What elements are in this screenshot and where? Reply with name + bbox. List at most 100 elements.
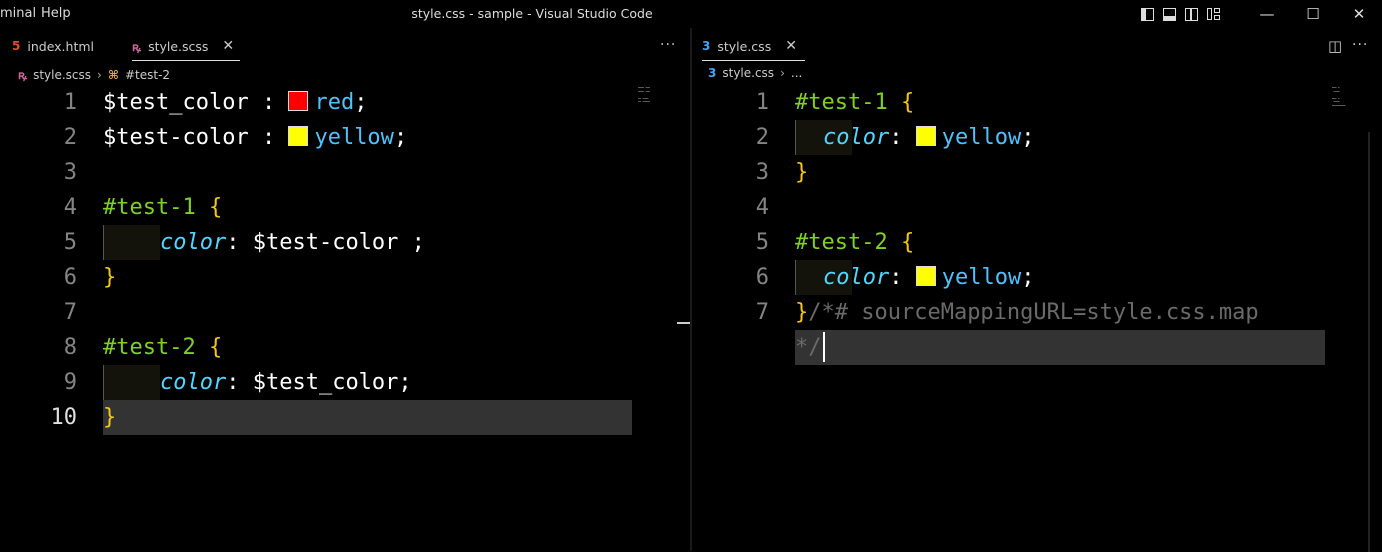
minimap-left[interactable]: ▬▬▬▬ ▬▬▬ ▬▬▬▬ ▬▬▬ ▬▬ ▬▬▬▬ ▬▬ ▬▬▬▬▬ — [638, 86, 668, 107]
code-token-cmt: */ — [795, 335, 822, 360]
more-actions-icon[interactable]: ··· — [660, 37, 676, 53]
line-number: 5 — [755, 230, 769, 255]
code-token-prop: color — [823, 265, 890, 290]
code-token-sel: #test-1 — [103, 195, 196, 220]
toggle-panel-icon[interactable] — [1163, 7, 1176, 21]
code-line[interactable]: */ — [795, 330, 822, 365]
color-swatch[interactable] — [915, 266, 936, 286]
current-line-highlight — [795, 330, 1325, 365]
code-line[interactable]: $test-color : yellow; — [103, 120, 407, 155]
code-token-pun: : $test-color ; — [226, 230, 425, 255]
line-number: 1 — [63, 90, 77, 115]
more-actions-icon[interactable]: ··· — [1352, 37, 1368, 53]
line-number: 10 — [50, 405, 78, 430]
close-window-button[interactable]: ✕ — [1336, 0, 1382, 28]
breadcrumb-symbol[interactable]: ... — [791, 66, 802, 80]
line-number: 6 — [63, 265, 77, 290]
code-token-val: yellow — [314, 125, 394, 150]
code-token-pun: ; — [1021, 125, 1035, 150]
line-number: 7 — [63, 300, 77, 325]
breadcrumb-symbol[interactable]: #test-2 — [125, 68, 170, 82]
sass-file-icon: ꝶ — [132, 39, 142, 54]
window-controls: — ☐ ✕ — [1141, 0, 1382, 28]
html-file-icon: 5 — [12, 39, 21, 53]
code-token-br: { — [900, 230, 915, 255]
customize-layout-icon[interactable] — [1207, 7, 1220, 21]
tab-bar-left: 5 index.html ꝶ style.scss ✕ ··· — [0, 32, 690, 61]
code-token-br: { — [208, 195, 223, 220]
code-line[interactable]: } — [795, 155, 808, 190]
breadcrumb-file[interactable]: style.scss — [33, 68, 91, 82]
chevron-right-icon: › — [780, 66, 785, 80]
editor-group-right: 3 style.css ✕ ◫ ··· 3 style.css › ... 1 #… — [692, 32, 1382, 552]
indent-guide — [103, 225, 160, 260]
code-line[interactable]: #test-2 { — [103, 330, 222, 365]
tab-index-html[interactable]: 5 index.html — [12, 32, 94, 60]
line-number: 7 — [755, 300, 769, 325]
tab-bar-right: 3 style.css ✕ ◫ ··· — [692, 32, 1382, 61]
symbol-selector-icon: ⌘ — [107, 67, 119, 82]
close-icon[interactable]: ✕ — [785, 38, 797, 54]
text-cursor — [823, 332, 825, 362]
code-token-pun — [196, 195, 209, 220]
code-token-pun: : — [889, 125, 916, 150]
code-line[interactable]: color: $test_color; — [160, 365, 412, 400]
minimize-button[interactable]: — — [1244, 0, 1290, 28]
color-swatch[interactable] — [288, 91, 309, 111]
breadcrumb-file[interactable]: style.css — [722, 66, 774, 80]
code-line[interactable]: } — [103, 400, 116, 435]
indent-guide — [103, 365, 160, 400]
code-token-pun — [888, 90, 901, 115]
code-token-pun: : — [248, 90, 289, 115]
line-number: 1 — [755, 90, 769, 115]
code-token-pun: ; — [354, 90, 368, 115]
tab-label: index.html — [27, 38, 95, 54]
code-token-pun — [888, 230, 901, 255]
code-line[interactable]: color: yellow; — [823, 120, 1034, 155]
code-line[interactable]: #test-1 { — [103, 190, 222, 225]
code-token-br: } — [103, 405, 117, 430]
window-title: style.css - sample - Visual Studio Code — [411, 6, 653, 21]
close-icon[interactable]: ✕ — [222, 38, 234, 54]
editor-group-left: 5 index.html ꝶ style.scss ✕ ··· ꝶ style.… — [0, 32, 690, 551]
code-line[interactable]: } — [103, 260, 116, 295]
code-token-br: { — [900, 90, 915, 115]
current-line-highlight — [103, 400, 632, 435]
code-line[interactable]: $test_color : red; — [103, 85, 367, 120]
scrollbar-right[interactable] — [1368, 132, 1370, 552]
code-token-br: } — [795, 300, 809, 325]
code-token-pun: : — [248, 125, 289, 150]
tab-style-css[interactable]: 3 style.css ✕ — [702, 32, 805, 61]
toggle-secondary-sidebar-icon[interactable] — [1185, 7, 1198, 21]
code-line[interactable]: color: $test-color ; — [160, 225, 425, 260]
code-token-prop: color — [160, 230, 227, 255]
code-token-val: red — [314, 90, 355, 115]
code-token-prop: color — [160, 370, 227, 395]
line-number: 4 — [63, 195, 77, 220]
toggle-primary-sidebar-icon[interactable] — [1141, 7, 1154, 21]
breadcrumb: ꝶ style.scss › ⌘ #test-2 — [18, 66, 170, 83]
code-token-sel: #test-1 — [795, 90, 888, 115]
tab-label: style.css — [717, 38, 772, 54]
code-token-var: $test-color — [103, 125, 249, 150]
tab-style-scss[interactable]: ꝶ style.scss ✕ — [132, 32, 241, 61]
code-token-pun: ; — [1021, 265, 1035, 290]
code-line[interactable]: #test-1 { — [795, 85, 914, 120]
code-token-pun: : — [889, 265, 916, 290]
code-token-br: { — [208, 335, 223, 360]
color-swatch[interactable] — [288, 126, 309, 146]
line-number: 3 — [755, 160, 769, 185]
maximize-button[interactable]: ☐ — [1290, 0, 1336, 28]
code-line[interactable]: #test-2 { — [795, 225, 914, 260]
code-token-pun — [196, 335, 209, 360]
line-number — [692, 330, 769, 365]
code-line[interactable]: }/*# sourceMappingURL=style.css.map — [795, 295, 1259, 330]
line-number: 2 — [63, 125, 77, 150]
split-editor-icon[interactable]: ◫ — [1328, 37, 1343, 55]
code-line[interactable]: color: yellow; — [823, 260, 1034, 295]
scrollbar-left[interactable] — [677, 322, 690, 324]
code-token-pun: ; — [393, 125, 408, 150]
line-number: 8 — [63, 335, 77, 360]
minimap-right[interactable]: ▬▬▬ ▬ ▬▬▬▬ ▬▬▬ ▬ ▬▬▬▬ ▬▬▬▬▬▬▬▬▬ — [1332, 86, 1366, 107]
color-swatch[interactable] — [915, 126, 936, 146]
